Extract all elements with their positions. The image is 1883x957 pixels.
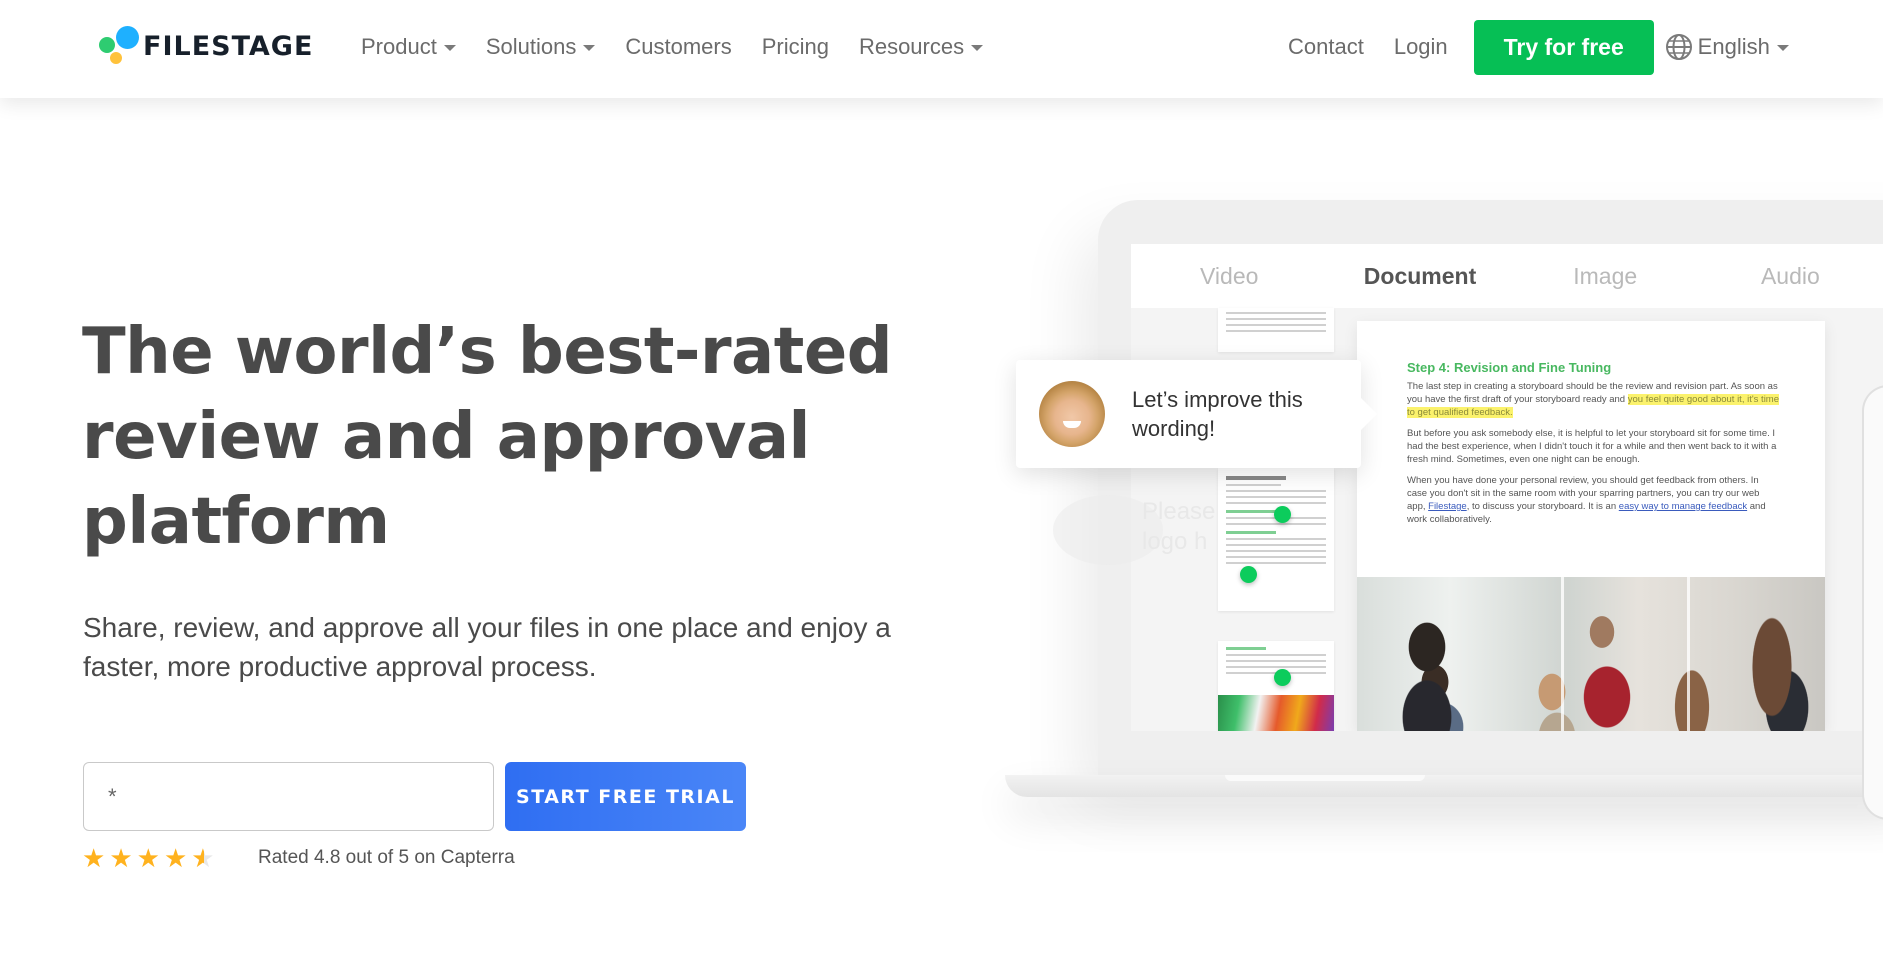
page-thumbnail[interactable] (1218, 641, 1334, 731)
hero-title: The world’s best-rated review and approv… (82, 310, 902, 565)
pencils-image (1218, 695, 1334, 731)
nav-product[interactable]: Product (361, 34, 456, 60)
comment-pin-icon[interactable] (1274, 506, 1291, 523)
hero-title-line: platform (82, 485, 390, 559)
star-icon: ★ (82, 843, 106, 873)
file-type-tabs: Video Document Image Audio (1131, 244, 1883, 308)
tab-document[interactable]: Document (1327, 244, 1512, 308)
tab-video[interactable]: Video (1131, 244, 1327, 308)
page-thumbnail[interactable] (1218, 468, 1334, 611)
language-selector[interactable]: English (1664, 32, 1789, 62)
start-free-trial-button[interactable]: START FREE TRIAL (505, 762, 746, 831)
filestage-link[interactable]: Filestage (1428, 501, 1467, 512)
nav-solutions[interactable]: Solutions (486, 34, 596, 60)
logo-mark-icon (97, 26, 143, 66)
document-paragraph: When you have done your personal review,… (1407, 475, 1766, 525)
manage-feedback-link[interactable]: easy way to manage feedback (1619, 501, 1747, 512)
document-paragraph: But before you ask somebody else, it is … (1407, 428, 1777, 465)
star-icon: ★ (163, 843, 188, 873)
nav-product-label: Product (361, 34, 437, 59)
document-text: Step 4: Revision and Fine Tuning The las… (1407, 360, 1780, 534)
nav-customers-label: Customers (625, 34, 732, 59)
half-star-icon: ★ (191, 843, 215, 873)
nav-pricing-label: Pricing (761, 34, 829, 59)
try-for-free-button[interactable]: Try for free (1473, 19, 1654, 75)
star-icon: ★ (136, 843, 160, 873)
comment-pin-icon[interactable] (1274, 669, 1291, 686)
star-icon: ★ (109, 843, 133, 873)
nav-pricing[interactable]: Pricing (762, 34, 829, 60)
site-header: FILESTAGE Product Solutions Customers Pr… (0, 0, 1883, 98)
document-heading: Step 4: Revision and Fine Tuning (1407, 360, 1612, 375)
reviewer-avatar (1039, 381, 1105, 447)
chevron-down-icon (971, 45, 984, 51)
hero-title-line: review and approval (82, 400, 810, 474)
page-thumbnail[interactable] (1218, 308, 1334, 352)
login-link[interactable]: Login (1394, 34, 1448, 60)
chevron-down-icon (583, 45, 596, 51)
hero-subtitle: Share, review, and approve all your file… (83, 612, 891, 682)
capterra-rating: ★ ★ ★ ★ ★ Rated 4.8 out of 5 on Capterra (82, 844, 515, 872)
comment-bubble: Let’s improve this wording! (1016, 360, 1377, 468)
tab-audio[interactable]: Audio (1698, 244, 1883, 308)
main-nav: Product Solutions Customers Pricing Reso… (361, 30, 1013, 64)
language-label: English (1697, 34, 1770, 59)
utility-nav: Contact Login Try for free English (1288, 19, 1789, 75)
chevron-down-icon (1776, 45, 1789, 51)
laptop-base (1005, 775, 1883, 797)
team-meeting-photo (1357, 577, 1825, 731)
phone-mockup-edge (1862, 385, 1883, 820)
hero-title-line: The world’s best-rated (82, 315, 893, 389)
comment-text: Let’s improve this wording! (1132, 387, 1303, 441)
app-screen-mockup: Video Document Image Audio Step 4: Revis… (1131, 244, 1883, 731)
tab-image[interactable]: Image (1513, 244, 1698, 308)
chevron-down-icon (443, 45, 456, 51)
logo-wordmark: FILESTAGE (143, 30, 314, 62)
filestage-logo[interactable]: FILESTAGE (97, 26, 313, 66)
rating-stars: ★ ★ ★ ★ ★ (82, 845, 258, 871)
comment-pin-icon[interactable] (1240, 566, 1257, 583)
laptop-notch (1225, 775, 1425, 781)
document-page: Step 4: Revision and Fine Tuning The las… (1357, 321, 1825, 731)
nav-solutions-label: Solutions (485, 34, 577, 59)
nav-resources-label: Resources (858, 34, 965, 59)
contact-link[interactable]: Contact (1288, 34, 1364, 60)
nav-customers[interactable]: Customers (625, 34, 731, 60)
rating-text: Rated 4.8 out of 5 on Capterra (258, 847, 515, 868)
placeholder-logo-text: Please logo h (1142, 498, 1216, 555)
email-input[interactable] (83, 762, 494, 831)
globe-icon (1665, 34, 1692, 60)
nav-resources[interactable]: Resources (858, 34, 984, 60)
document-paragraph: The last step in creating a storyboard s… (1407, 381, 1780, 418)
